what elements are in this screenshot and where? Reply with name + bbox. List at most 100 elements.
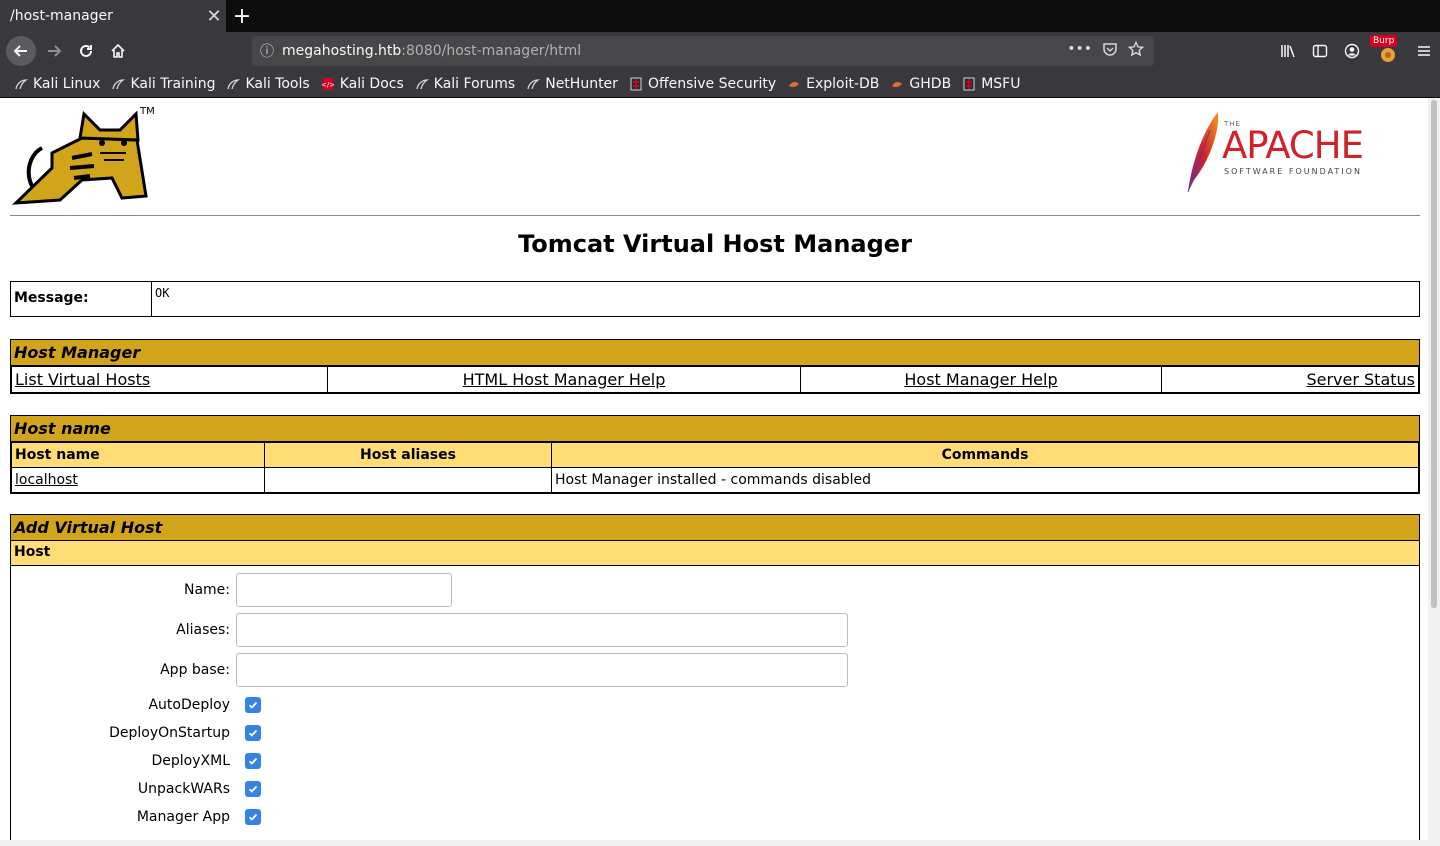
host-subtitle: Host <box>11 541 1419 566</box>
appbase-input[interactable] <box>236 653 848 687</box>
check-icon <box>248 785 258 793</box>
hosts-table: Host name Host aliases Commands localhos… <box>11 442 1419 493</box>
bookmark-label: Kali Training <box>130 75 216 92</box>
host-name-title: Host name <box>11 416 1419 442</box>
url-text[interactable]: megahosting.htb:8080/host-manager/html <box>282 43 1067 59</box>
account-icon[interactable] <box>1336 32 1368 70</box>
page-title: Tomcat Virtual Host Manager <box>518 230 912 258</box>
host-manager-title: Host Manager <box>11 340 1419 366</box>
forward-button[interactable] <box>40 37 68 65</box>
back-button[interactable] <box>6 36 36 66</box>
bookmark-label: Exploit-DB <box>806 75 880 92</box>
exploitdb-icon <box>787 77 801 91</box>
checkbox-label: DeployOnStartup <box>109 725 230 741</box>
message-value: OK <box>151 281 1420 317</box>
svg-text:</>: </> <box>322 81 334 89</box>
kali-dragon-icon <box>111 77 126 91</box>
bookmark-kali-linux[interactable]: Kali Linux <box>14 76 100 92</box>
library-icon[interactable] <box>1272 32 1304 70</box>
tomcat-logo: TM <box>12 106 162 210</box>
bookmark-label: MSFU <box>981 75 1021 92</box>
checkbox-deployonstartup[interactable] <box>245 725 261 741</box>
checkbox-manager-app[interactable] <box>245 809 261 825</box>
offsec-icon <box>629 77 643 91</box>
home-button[interactable] <box>104 37 132 65</box>
home-icon <box>111 43 125 58</box>
checkbox-label: DeployXML <box>151 753 231 769</box>
scrollbar-thumb[interactable] <box>1431 100 1437 608</box>
kali-dragon-icon <box>14 77 28 91</box>
tab-title: /host-manager <box>10 8 113 24</box>
checkbox-autodeploy[interactable] <box>245 697 261 713</box>
checkbox-label: UnpackWARs <box>137 781 230 797</box>
bookmark-ghdb[interactable]: GHDB <box>890 76 951 92</box>
bookmark-kali-docs[interactable]: </> Kali Docs <box>321 76 404 92</box>
checkbox-unpackwars[interactable] <box>245 781 261 797</box>
table-row: localhost Host Manager installed - comma… <box>11 467 1419 493</box>
host-name-section: Host name Host name Host aliases Command… <box>10 415 1420 494</box>
message-label: Message: <box>10 281 152 317</box>
bookmark-offensive-security[interactable]: Offensive Security <box>629 76 776 92</box>
checkbox-deployxml[interactable] <box>245 753 261 769</box>
add-virtual-host-section: Add Virtual Host Host Name: Aliases: App… <box>10 514 1420 840</box>
host-manager-help-link[interactable]: Host Manager Help <box>904 370 1057 389</box>
bookmark-exploit-db[interactable]: Exploit-DB <box>787 76 879 92</box>
bookmark-kali-training[interactable]: Kali Training <box>111 76 215 92</box>
bookmark-label: Kali Tools <box>245 75 310 92</box>
checkbox-label: AutoDeploy <box>148 697 230 713</box>
apache-wordmark: APACHE <box>1222 124 1364 167</box>
checkbox-row: DeployOnStartup <box>11 719 1419 747</box>
new-tab-button[interactable]: + <box>230 0 254 32</box>
menu-icon[interactable] <box>1408 32 1440 70</box>
vertical-scrollbar[interactable] <box>1428 98 1440 840</box>
add-virtual-host-title: Add Virtual Host <box>11 515 1419 541</box>
check-icon <box>248 701 258 709</box>
page-content: TM THE APACHE SOFTWARE FOUNDATION Tomcat… <box>0 98 1428 840</box>
host-commands-cell: Host Manager installed - commands disabl… <box>551 467 1419 493</box>
reload-button[interactable] <box>72 37 100 65</box>
page-actions-icon[interactable]: ••• <box>1067 41 1092 61</box>
bookmark-label: Kali Forums <box>433 75 516 92</box>
kali-dragon-icon <box>415 77 429 91</box>
nav-bar: ⓘ megahosting.htb:8080/host-manager/html… <box>0 32 1440 70</box>
appbase-label: App base: <box>160 662 230 678</box>
url-bar[interactable]: ⓘ megahosting.htb:8080/host-manager/html… <box>252 36 1154 66</box>
message-table: Message: OK <box>10 281 1420 317</box>
arrow-left-icon <box>13 45 27 57</box>
active-tab[interactable]: /host-manager ✕ <box>0 0 226 32</box>
bookmarks-toolbar: Kali Linux Kali Training Kali Tools </> Kali… <box>0 70 1440 98</box>
bookmark-star-icon[interactable] <box>1127 40 1145 61</box>
name-label: Name: <box>183 582 230 598</box>
server-status-link[interactable]: Server Status <box>1306 370 1415 389</box>
close-tab-icon[interactable]: ✕ <box>202 6 226 27</box>
burp-badge: Burp <box>1370 35 1398 47</box>
name-input[interactable] <box>236 573 452 607</box>
bookmark-kali-forums[interactable]: Kali Forums <box>415 76 515 92</box>
site-info-icon[interactable]: ⓘ <box>252 41 282 61</box>
exploitdb-icon <box>890 77 904 91</box>
bookmark-label: NetHunter <box>545 75 618 92</box>
column-host-aliases: Host aliases <box>264 442 552 468</box>
horizontal-scrollbar[interactable] <box>0 840 1440 846</box>
docs-icon: </> <box>321 77 335 91</box>
bookmark-kali-tools[interactable]: Kali Tools <box>226 75 310 92</box>
bookmark-label: Offensive Security <box>647 75 777 92</box>
bookmark-msfu[interactable]: MSFU <box>962 76 1020 92</box>
html-host-manager-help-link[interactable]: HTML Host Manager Help <box>463 370 666 389</box>
column-host-name: Host name <box>11 442 265 468</box>
aliases-input[interactable] <box>236 613 848 647</box>
host-aliases-cell <box>264 467 552 493</box>
check-icon <box>248 813 258 821</box>
pocket-icon[interactable] <box>1102 41 1118 61</box>
bookmark-nethunter[interactable]: NetHunter <box>526 76 618 92</box>
arrow-right-icon <box>48 45 62 57</box>
burp-extension-icon[interactable]: Burp <box>1368 32 1408 70</box>
bookmark-label: Kali Docs <box>339 75 404 92</box>
host-manager-section: Host Manager List Virtual Hosts HTML Hos… <box>10 339 1420 394</box>
list-virtual-hosts-link[interactable]: List Virtual Hosts <box>15 370 150 389</box>
host-localhost-link[interactable]: localhost <box>15 472 78 488</box>
column-commands: Commands <box>551 442 1419 468</box>
checkbox-row: UnpackWARs <box>11 775 1419 803</box>
sidebar-icon[interactable] <box>1304 32 1336 70</box>
check-icon <box>248 729 258 737</box>
